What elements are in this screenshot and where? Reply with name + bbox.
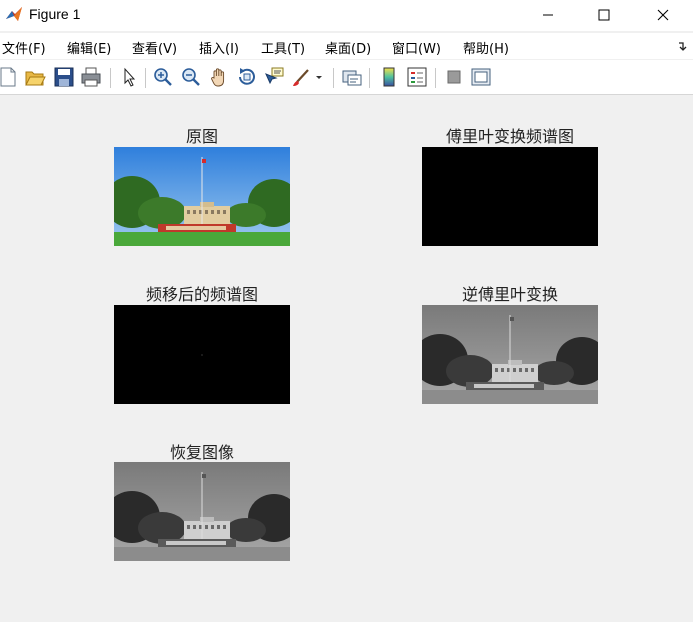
show-plot-tools-icon[interactable] <box>470 66 492 88</box>
minimize-button[interactable] <box>525 0 571 30</box>
legend-icon[interactable] <box>406 66 428 88</box>
maximize-icon <box>598 9 610 21</box>
figure-canvas[interactable]: 原图 傅里叶变换频谱图 频移后的频谱图 逆傅里叶变换 恢复图像 <box>0 95 693 622</box>
menu-help[interactable]: 帮助(H) <box>463 38 509 57</box>
matlab-logo-icon <box>5 5 23 23</box>
background-edge <box>693 0 698 622</box>
minimize-icon <box>543 14 553 16</box>
save-icon[interactable] <box>53 66 75 88</box>
menu-view[interactable]: 查看(V) <box>132 38 177 57</box>
print-icon[interactable] <box>80 66 102 88</box>
pan-hand-icon[interactable] <box>208 66 230 88</box>
toolbar-separator <box>435 68 436 88</box>
toolbar-separator <box>145 68 146 88</box>
subplot-title: 恢复图像 <box>169 443 234 462</box>
new-figure-icon[interactable] <box>0 66 19 88</box>
figure-window: Figure 1 文件(F) 编辑(E) 查看(V) 插入(I) 工具(T) 桌… <box>0 0 694 622</box>
menu-file[interactable]: 文件(F) <box>2 38 46 57</box>
colorbar-icon[interactable] <box>378 66 400 88</box>
rotate-3d-icon[interactable] <box>236 66 258 88</box>
toolbar <box>0 60 693 95</box>
menu-tools[interactable]: 工具(T) <box>261 38 305 57</box>
zoom-in-icon[interactable] <box>152 66 174 88</box>
shifted-spectrum-image-panel[interactable] <box>114 305 290 404</box>
open-file-icon[interactable] <box>24 66 46 88</box>
zoom-out-icon[interactable] <box>180 66 202 88</box>
close-icon <box>657 9 669 21</box>
toolbar-separator <box>110 68 111 88</box>
menu-bar: 文件(F) 编辑(E) 查看(V) 插入(I) 工具(T) 桌面(D) 窗口(W… <box>0 33 693 59</box>
subplot-title: 频移后的频谱图 <box>145 285 258 304</box>
brush-icon[interactable] <box>291 66 313 88</box>
link-plot-icon[interactable] <box>341 66 363 88</box>
window-title: Figure 1 <box>29 6 81 22</box>
spectrum-center-dot <box>201 354 203 356</box>
toolbar-separator <box>333 68 334 88</box>
recovered-image-panel[interactable] <box>114 462 290 561</box>
subplot-title: 原图 <box>185 127 218 146</box>
title-bar[interactable]: Figure 1 <box>0 0 693 31</box>
grayscale-image <box>114 462 290 561</box>
original-color-image <box>114 147 290 246</box>
subplot-title: 逆傅里叶变换 <box>461 285 558 304</box>
brush-dropdown-icon[interactable] <box>314 66 324 88</box>
hide-plot-tools-icon[interactable] <box>443 66 465 88</box>
data-cursor-icon[interactable] <box>263 66 285 88</box>
inverse-fft-image-panel[interactable] <box>422 305 598 404</box>
menu-insert[interactable]: 插入(I) <box>199 38 239 57</box>
maximize-button[interactable] <box>581 0 627 30</box>
toolbar-separator <box>369 68 370 88</box>
menu-desktop[interactable]: 桌面(D) <box>325 38 371 57</box>
close-button[interactable] <box>640 0 686 30</box>
menu-edit[interactable]: 编辑(E) <box>67 38 111 57</box>
menu-overflow-icon[interactable] <box>677 40 689 52</box>
grayscale-image <box>422 305 598 404</box>
menu-window[interactable]: 窗口(W) <box>392 38 441 57</box>
subplot-title: 傅里叶变换频谱图 <box>445 127 574 146</box>
spectrum-image-panel[interactable] <box>422 147 598 246</box>
select-arrow-icon[interactable] <box>118 66 140 88</box>
original-image-panel[interactable] <box>114 147 290 246</box>
